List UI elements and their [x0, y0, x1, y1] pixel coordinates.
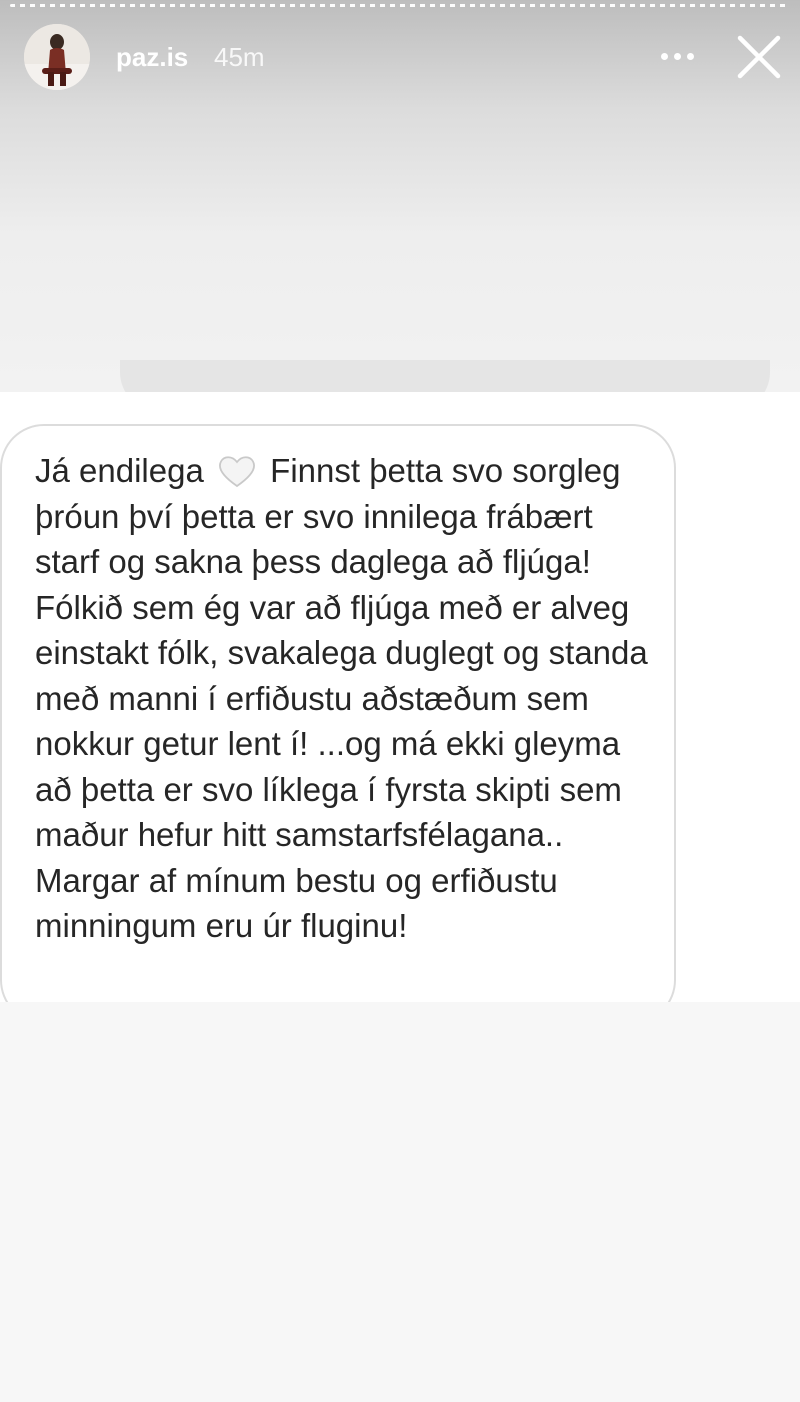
story-progress-bar [10, 4, 790, 7]
profile-photo-icon [24, 24, 90, 90]
story-background-bottom [0, 1002, 800, 1402]
story-timestamp: 45m [214, 42, 265, 72]
white-heart-icon [217, 454, 257, 488]
dot [686, 52, 694, 60]
avatar[interactable] [24, 24, 90, 90]
more-dots-icon[interactable] [652, 42, 702, 70]
story-header: paz.is 45m [0, 20, 800, 92]
message-paragraph-2: Margar af mínum bestu og erfiðustu minni… [35, 861, 558, 945]
dot [660, 52, 668, 60]
dot [673, 52, 681, 60]
message-greeting: Já endilega [35, 452, 204, 489]
message-body: Finnst þetta svo sorgleg þróun því þetta… [35, 452, 648, 853]
message-paragraph-1: Já endilega Finnst þetta svo sorgleg þró… [35, 448, 665, 858]
message-text: Já endilega Finnst þetta svo sorgleg þró… [35, 448, 665, 949]
story-username[interactable]: paz.is [116, 42, 188, 73]
close-icon[interactable] [734, 32, 784, 82]
